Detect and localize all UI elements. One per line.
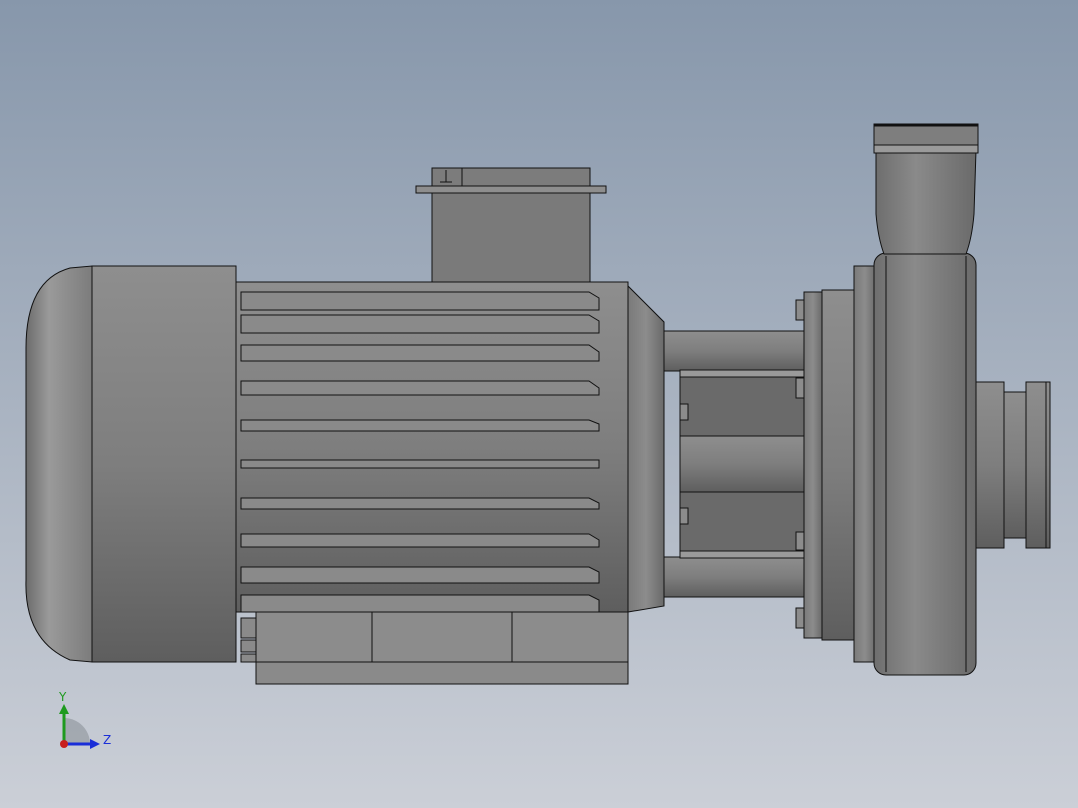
flange-bolt — [795, 607, 805, 629]
bracket-bolt — [679, 403, 689, 421]
bracket-window-frame-top — [679, 369, 805, 378]
foot-bolt — [240, 653, 257, 663]
bearing-bracket-bottom[interactable] — [663, 556, 805, 598]
pump-backplate[interactable] — [803, 291, 823, 639]
foot-bolt — [240, 639, 257, 653]
z-axis-label: Z — [103, 733, 111, 747]
flange-bolt — [795, 299, 805, 321]
flange-bolt — [795, 531, 805, 551]
fin — [240, 497, 600, 510]
flange-bolt — [795, 377, 805, 399]
motor-end-cap[interactable] — [25, 265, 93, 663]
motor-foot-base[interactable] — [255, 661, 629, 685]
discharge-flange-rim — [873, 144, 979, 154]
terminal-box-cap — [431, 167, 591, 187]
x-axis-point — [60, 740, 68, 748]
bracket-window-frame-bottom — [679, 550, 805, 559]
graphics-viewport[interactable]: Y Z — [0, 0, 1078, 808]
fin — [240, 533, 600, 548]
volute-ring[interactable] — [853, 265, 877, 663]
fin — [240, 459, 600, 469]
volute-casing[interactable] — [873, 252, 977, 676]
pump-backplate-ring[interactable] — [821, 289, 855, 641]
pump-shaft[interactable] — [679, 435, 805, 493]
fin — [240, 419, 600, 432]
bracket-bolt — [679, 507, 689, 525]
motor-fan-cowl[interactable] — [91, 265, 237, 663]
fin — [240, 291, 600, 311]
fin — [240, 314, 600, 334]
fin — [240, 566, 600, 584]
terminal-box-lid[interactable] — [415, 185, 607, 194]
fin — [240, 594, 600, 613]
discharge-nozzle[interactable] — [875, 149, 977, 255]
fin — [240, 380, 600, 396]
foot-bolt — [240, 617, 257, 639]
suction-pipe[interactable] — [1003, 391, 1029, 539]
y-axis-label: Y — [58, 690, 67, 704]
suction-neck[interactable] — [975, 381, 1005, 549]
fin — [240, 344, 600, 362]
motor-foot[interactable] — [255, 611, 629, 663]
bearing-bracket-top[interactable] — [663, 330, 805, 372]
motor-flange[interactable] — [627, 284, 665, 613]
